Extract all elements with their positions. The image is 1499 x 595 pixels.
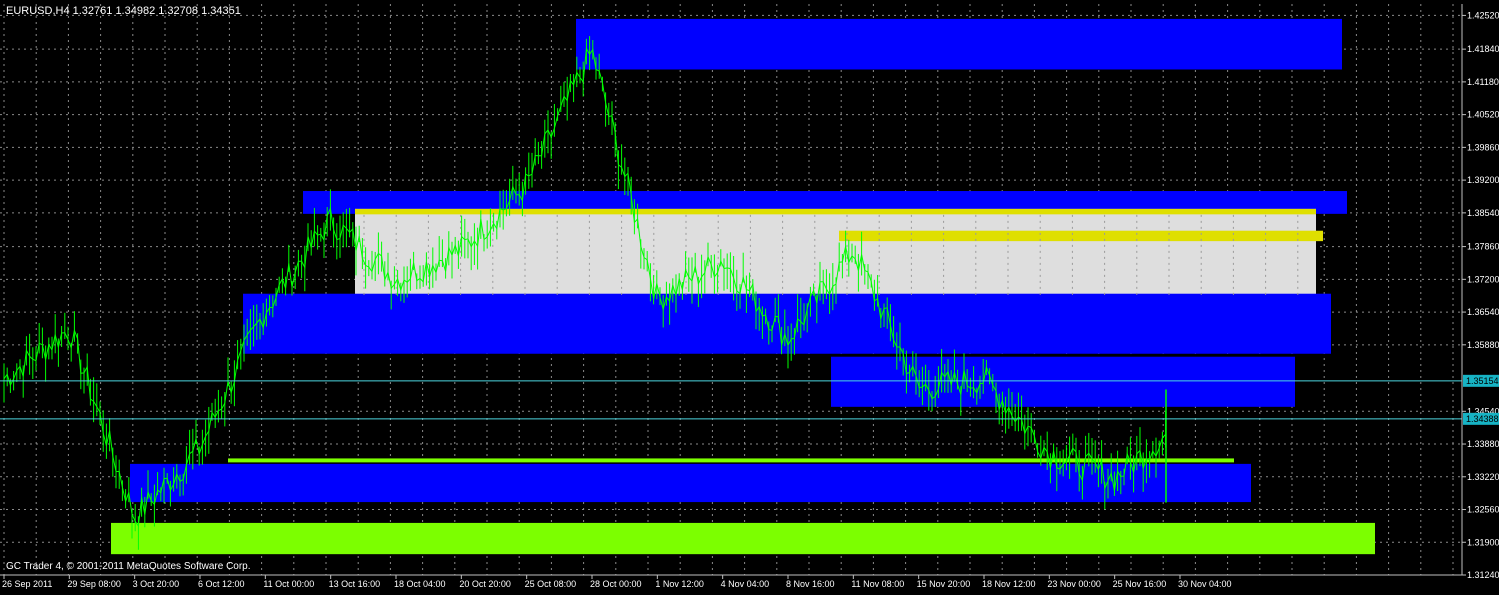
y-tick-label: 1.41180 bbox=[1467, 77, 1499, 87]
y-tick-label: 1.38540 bbox=[1467, 208, 1499, 218]
x-tick-label: 28 Oct 00:00 bbox=[590, 579, 642, 589]
x-tick-label: 20 Oct 20:00 bbox=[459, 579, 511, 589]
x-tick-label: 6 Oct 12:00 bbox=[198, 579, 245, 589]
y-tick-label: 1.31900 bbox=[1467, 537, 1499, 547]
x-tick-label: 18 Oct 04:00 bbox=[394, 579, 446, 589]
y-tick-label: 1.31240 bbox=[1467, 570, 1499, 580]
x-tick-label: 11 Oct 00:00 bbox=[263, 579, 314, 589]
y-tick-label: 1.39860 bbox=[1467, 142, 1499, 152]
eurusd-h4-chart[interactable]: 1.42520 1.41840 1.41180 1.40520 1.39860 1.392… bbox=[0, 0, 1499, 591]
x-tick-label: 3 Oct 20:00 bbox=[133, 579, 180, 589]
zone-green[interactable] bbox=[111, 522, 1375, 555]
zone-blue[interactable] bbox=[831, 356, 1295, 407]
y-tick-label: 1.37200 bbox=[1467, 274, 1499, 284]
zone-blue[interactable] bbox=[576, 18, 1342, 70]
x-tick-label: 25 Nov 16:00 bbox=[1113, 579, 1167, 589]
x-tick-label: 1 Nov 12:00 bbox=[655, 579, 704, 589]
x-tick-label: 29 Sep 08:00 bbox=[67, 579, 121, 589]
x-tick-label: 30 Nov 04:00 bbox=[1178, 579, 1232, 589]
y-tick-label: 1.35880 bbox=[1467, 340, 1499, 350]
x-tick-label: 13 Oct 16:00 bbox=[329, 579, 381, 589]
x-tick-label: 25 Oct 08:00 bbox=[525, 579, 577, 589]
x-tick-label: 4 Nov 04:00 bbox=[721, 579, 770, 589]
copyright-text: GC Trader 4, © 2001-2011 MetaQuotes Soft… bbox=[6, 561, 251, 572]
y-tick-label: 1.42520 bbox=[1467, 10, 1499, 20]
y-tick-label: 1.40520 bbox=[1467, 110, 1499, 120]
price-tag-label: 1.34388 bbox=[1466, 414, 1499, 424]
x-tick-label: 11 Nov 08:00 bbox=[851, 579, 904, 589]
y-tick-label: 1.32560 bbox=[1467, 505, 1499, 515]
y-tick-label: 1.36540 bbox=[1467, 307, 1499, 317]
y-tick-label: 1.41840 bbox=[1467, 44, 1499, 54]
x-tick-label: 26 Sep 2011 bbox=[2, 579, 52, 589]
x-tick-label: 15 Nov 20:00 bbox=[917, 579, 971, 589]
y-tick-label: 1.39200 bbox=[1467, 175, 1499, 185]
zone-green[interactable] bbox=[228, 458, 1234, 463]
y-tick-label: 1.37860 bbox=[1467, 242, 1499, 252]
price-tag-label: 1.35154 bbox=[1466, 376, 1499, 386]
chart-title: EURUSD,H4 1.32761 1.34982 1.32708 1.3435… bbox=[6, 5, 241, 17]
x-tick-label: 23 Nov 00:00 bbox=[1047, 579, 1101, 589]
y-tick-label: 1.33220 bbox=[1467, 472, 1499, 482]
zone-blue[interactable] bbox=[243, 293, 1331, 354]
x-tick-label: 8 Nov 16:00 bbox=[786, 579, 835, 589]
y-tick-label: 1.33880 bbox=[1467, 439, 1499, 449]
x-tick-label: 18 Nov 12:00 bbox=[982, 579, 1036, 589]
